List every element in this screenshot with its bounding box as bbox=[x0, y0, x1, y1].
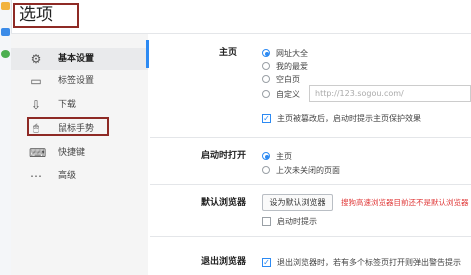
startup-option-homepage[interactable]: 主页 bbox=[262, 150, 292, 162]
clock-icon bbox=[1, 50, 10, 58]
sidebar-item-label: 高级 bbox=[58, 171, 77, 181]
gear-icon: ⚙ bbox=[30, 52, 42, 66]
sidebar-scrollbar[interactable] bbox=[146, 40, 149, 68]
section-divider bbox=[150, 184, 471, 185]
startup-label: 启动时打开 bbox=[201, 151, 247, 161]
radio-button[interactable] bbox=[262, 90, 270, 98]
homepage-option-blank[interactable]: 空白页 bbox=[262, 73, 300, 85]
homepage-option-default[interactable]: 网址大全 bbox=[262, 47, 308, 59]
sidebar-item-advanced[interactable]: ⋯ 高级 bbox=[11, 165, 148, 187]
radio-button[interactable] bbox=[262, 75, 270, 83]
checkbox[interactable]: ✓ bbox=[262, 113, 271, 123]
sidebar-item-label: 下载 bbox=[58, 100, 77, 110]
star-icon bbox=[1, 2, 10, 10]
tab-icon: ▭ bbox=[30, 74, 42, 88]
section-divider bbox=[150, 236, 471, 237]
settings-sidebar: ⚙ 基本设置 ▭ 标签设置 ⇩ 下载 🖱 鼠标手势 ⌨ 快捷键 ⋯ 高级 bbox=[11, 34, 148, 275]
radio-button[interactable] bbox=[262, 166, 270, 174]
checkbox[interactable] bbox=[262, 216, 271, 226]
homepage-label: 主页 bbox=[219, 48, 238, 58]
homepage-protect-option[interactable]: ✓ 主页被篡改后，启动时提示主页保护效果 bbox=[262, 112, 421, 124]
checkbox[interactable]: ✓ bbox=[262, 257, 271, 267]
homepage-option-favorites[interactable]: 我的最爱 bbox=[262, 60, 308, 72]
radio-button[interactable] bbox=[262, 62, 270, 70]
page-icon bbox=[1, 28, 10, 36]
mouse-gesture-highlight-box bbox=[27, 117, 109, 136]
download-icon: ⇩ bbox=[30, 98, 42, 112]
sidebar-item-basic[interactable]: ⚙ 基本设置 bbox=[11, 48, 148, 70]
shortcut-icon: ⌨ bbox=[29, 146, 47, 160]
set-default-browser-button[interactable]: 设为默认浏览器 bbox=[262, 194, 333, 211]
radio-button[interactable] bbox=[262, 152, 270, 160]
homepage-option-custom[interactable]: 自定义 bbox=[262, 88, 300, 100]
sidebar-item-label: 基本设置 bbox=[58, 54, 95, 64]
default-browser-prompt-option[interactable]: 启动时提示 bbox=[262, 215, 317, 227]
sidebar-item-label: 快捷键 bbox=[58, 148, 86, 158]
section-divider bbox=[150, 137, 471, 138]
default-browser-warning: 搜狗高速浏览器目前还不是默认浏览器 bbox=[341, 198, 469, 207]
sidebar-item-label: 标签设置 bbox=[58, 76, 95, 86]
exit-browser-label: 退出浏览器 bbox=[201, 257, 247, 267]
radio-button[interactable] bbox=[262, 49, 270, 57]
exit-warning-option[interactable]: ✓ 退出浏览器时，若有多个标签页打开则弹出警告提示 bbox=[262, 256, 461, 268]
sidebar-item-shortcuts[interactable]: ⌨ 快捷键 bbox=[11, 142, 148, 164]
page-title: 选项 bbox=[19, 5, 53, 25]
startup-option-last-session[interactable]: 上次未关闭的页面 bbox=[262, 164, 340, 176]
sidebar-item-tabs[interactable]: ▭ 标签设置 bbox=[11, 70, 148, 92]
more-icon: ⋯ bbox=[30, 169, 42, 183]
custom-url-input[interactable]: http://123.sogou.com/ bbox=[309, 85, 471, 102]
sidebar-item-download[interactable]: ⇩ 下载 bbox=[11, 94, 148, 116]
default-browser-label: 默认浏览器 bbox=[201, 198, 247, 208]
